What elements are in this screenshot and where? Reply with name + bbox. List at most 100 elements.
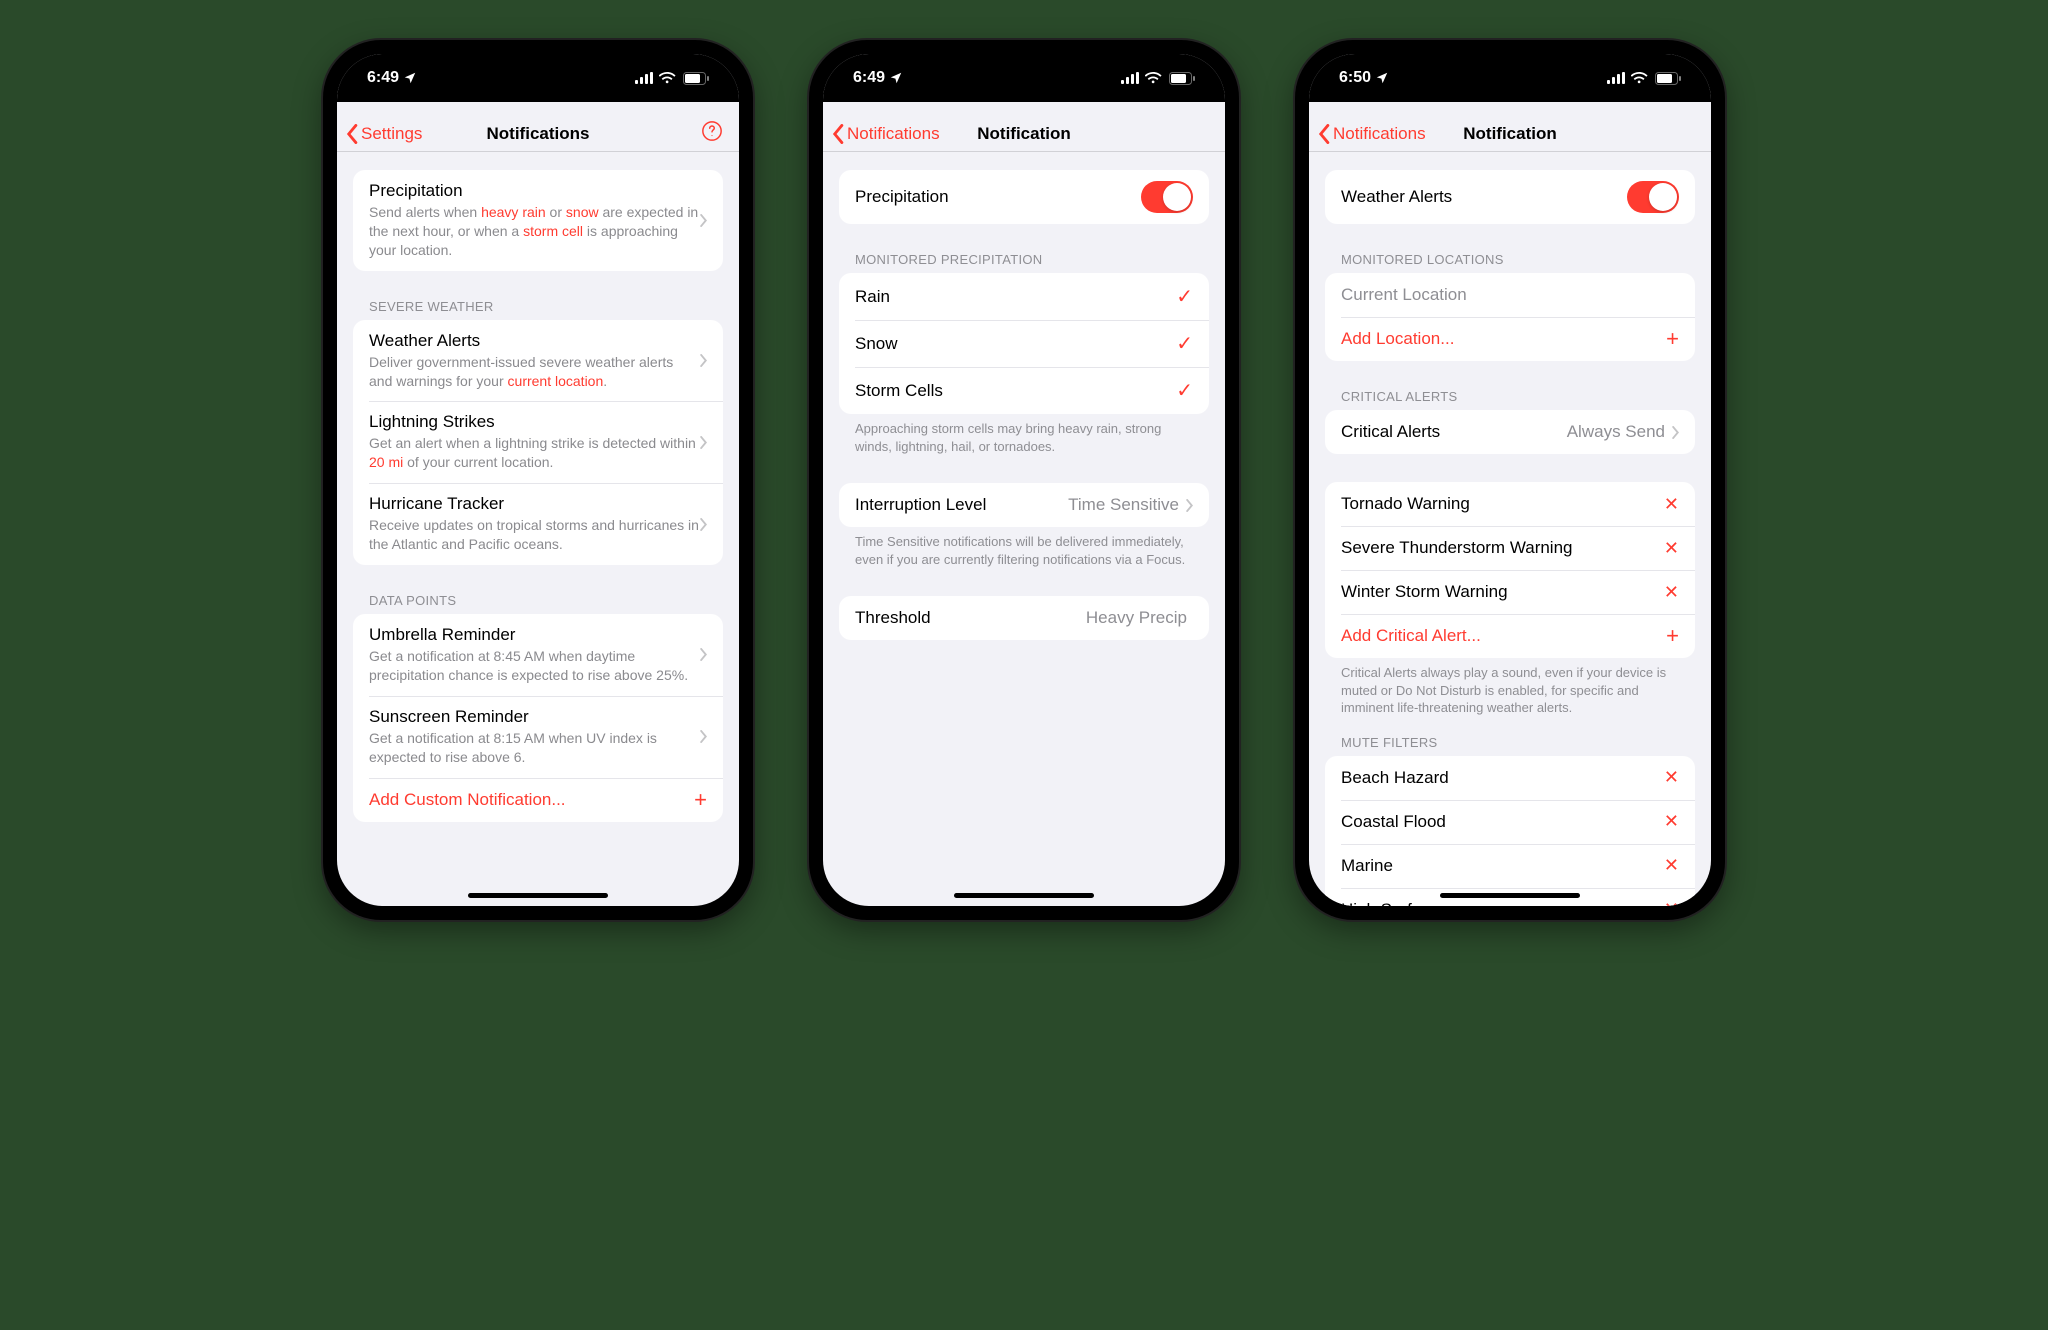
threshold-row[interactable]: Threshold Heavy Precip — [839, 596, 1209, 640]
chevron-right-icon — [1185, 499, 1193, 512]
row-value: Always Send — [1567, 422, 1665, 442]
notch — [944, 40, 1104, 70]
umbrella-reminder-row[interactable]: Umbrella Reminder Get a notification at … — [353, 614, 723, 696]
home-indicator[interactable] — [1440, 893, 1580, 898]
chevron-right-icon — [699, 730, 707, 743]
chevron-right-icon — [699, 436, 707, 449]
snow-row[interactable]: Snow ✓ — [839, 320, 1209, 367]
row-title: Add Custom Notification... — [369, 790, 694, 810]
row-title: Weather Alerts — [369, 331, 699, 351]
row-title: Critical Alerts — [1341, 422, 1567, 442]
phone-mockup-1: 6:49 Search Settings Notifications — [323, 40, 753, 920]
row-title: Tornado Warning — [1341, 494, 1664, 514]
location-arrow-icon — [889, 71, 903, 85]
chevron-left-icon — [833, 124, 845, 144]
row-subtitle: Get a notification at 8:45 AM when dayti… — [369, 647, 699, 685]
help-button[interactable] — [701, 120, 723, 147]
add-custom-notification-row[interactable]: Add Custom Notification... + — [353, 778, 723, 822]
cell-signal-icon — [1607, 72, 1625, 84]
toggle-switch[interactable] — [1141, 181, 1193, 213]
critical-alert-row[interactable]: Severe Thunderstorm Warning✕ — [1325, 526, 1695, 570]
x-icon[interactable]: ✕ — [1664, 582, 1679, 603]
status-time: 6:50 — [1339, 69, 1371, 87]
navigation-bar: Notifications Notification — [823, 102, 1225, 152]
toggle-switch[interactable] — [1627, 181, 1679, 213]
row-title: Sunscreen Reminder — [369, 707, 699, 727]
x-icon[interactable]: ✕ — [1664, 811, 1679, 832]
row-title: Weather Alerts — [1341, 187, 1627, 207]
nav-back-button[interactable]: Settings — [347, 124, 422, 144]
row-title: Rain — [855, 287, 1176, 307]
section-header: CRITICAL ALERTS — [1325, 389, 1695, 410]
content-area[interactable]: Weather Alerts MONITORED LOCATIONS Curre… — [1309, 152, 1711, 906]
row-title: Lightning Strikes — [369, 412, 699, 432]
row-title: Severe Thunderstorm Warning — [1341, 538, 1664, 558]
lightning-strikes-row[interactable]: Lightning Strikes Get an alert when a li… — [353, 401, 723, 483]
current-location-row[interactable]: Current Location — [1325, 273, 1695, 317]
nav-title: Notification — [1463, 124, 1557, 144]
phone-mockup-2: 6:49 Notifications Notification Precipit… — [809, 40, 1239, 920]
status-time: 6:49 — [853, 69, 885, 87]
row-title: Storm Cells — [855, 381, 1176, 401]
phone-mockup-3: 6:50 Notifications Notification Weather … — [1295, 40, 1725, 920]
row-title: Snow — [855, 334, 1176, 354]
chevron-left-icon — [347, 124, 359, 144]
add-critical-alert-row[interactable]: Add Critical Alert...+ — [1325, 614, 1695, 658]
notch — [458, 40, 618, 70]
x-icon[interactable]: ✕ — [1664, 855, 1679, 876]
section-header: SEVERE WEATHER — [353, 299, 723, 320]
location-arrow-icon — [1375, 71, 1389, 85]
content-area[interactable]: Precipitation MONITORED PRECIPITATION Ra… — [823, 152, 1225, 906]
mute-filter-row[interactable]: Coastal Flood✕ — [1325, 800, 1695, 844]
hurricane-tracker-row[interactable]: Hurricane Tracker Receive updates on tro… — [353, 483, 723, 565]
x-icon[interactable]: ✕ — [1664, 899, 1679, 906]
row-value: Time Sensitive — [1068, 495, 1179, 515]
rain-row[interactable]: Rain ✓ — [839, 273, 1209, 320]
nav-back-button[interactable]: Notifications — [833, 124, 940, 144]
row-subtitle: Get an alert when a lightning strike is … — [369, 434, 699, 472]
x-icon[interactable]: ✕ — [1664, 538, 1679, 559]
cell-signal-icon — [635, 72, 653, 84]
mute-filter-row[interactable]: Beach Hazard✕ — [1325, 756, 1695, 800]
battery-icon — [1169, 72, 1195, 85]
home-indicator[interactable] — [954, 893, 1094, 898]
row-title: Add Location... — [1341, 329, 1666, 349]
row-title: Current Location — [1341, 285, 1679, 305]
wifi-icon — [659, 72, 677, 85]
add-location-row[interactable]: Add Location... + — [1325, 317, 1695, 361]
x-icon[interactable]: ✕ — [1664, 494, 1679, 515]
plus-icon: + — [694, 789, 707, 811]
chevron-right-icon — [699, 648, 707, 661]
battery-icon — [1655, 72, 1681, 85]
plus-icon: + — [1666, 328, 1679, 350]
section-header: MUTE FILTERS — [1325, 735, 1695, 756]
precipitation-row[interactable]: Precipitation Send alerts when heavy rai… — [353, 170, 723, 271]
location-arrow-icon — [403, 71, 417, 85]
interruption-level-row[interactable]: Interruption Level Time Sensitive — [839, 483, 1209, 527]
nav-back-button[interactable]: Notifications — [1319, 124, 1426, 144]
navigation-bar: Notifications Notification — [1309, 102, 1711, 152]
wifi-icon — [1145, 72, 1163, 85]
chevron-right-icon — [699, 214, 707, 227]
row-title: Marine — [1341, 856, 1664, 876]
weather-alerts-row[interactable]: Weather Alerts Deliver government-issued… — [353, 320, 723, 402]
sunscreen-reminder-row[interactable]: Sunscreen Reminder Get a notification at… — [353, 696, 723, 778]
section-footer: Critical Alerts always play a sound, eve… — [1325, 658, 1695, 717]
critical-alert-row[interactable]: Tornado Warning✕ — [1325, 482, 1695, 526]
critical-alert-row[interactable]: Winter Storm Warning✕ — [1325, 570, 1695, 614]
notch — [1430, 40, 1590, 70]
section-footer: Approaching storm cells may bring heavy … — [839, 414, 1209, 455]
row-title: Interruption Level — [855, 495, 1068, 515]
home-indicator[interactable] — [468, 893, 608, 898]
row-title: Precipitation — [369, 181, 699, 201]
content-area[interactable]: Precipitation Send alerts when heavy rai… — [337, 152, 739, 906]
row-subtitle: Send alerts when heavy rain or snow are … — [369, 203, 699, 260]
storm-cells-row[interactable]: Storm Cells ✓ — [839, 367, 1209, 414]
mute-filter-row[interactable]: Marine✕ — [1325, 844, 1695, 888]
section-footer: Time Sensitive notifications will be del… — [839, 527, 1209, 568]
row-title: Add Critical Alert... — [1341, 626, 1666, 646]
plus-icon: + — [1666, 625, 1679, 647]
row-title: Precipitation — [855, 187, 1141, 207]
critical-alerts-row[interactable]: Critical Alerts Always Send — [1325, 410, 1695, 454]
x-icon[interactable]: ✕ — [1664, 767, 1679, 788]
